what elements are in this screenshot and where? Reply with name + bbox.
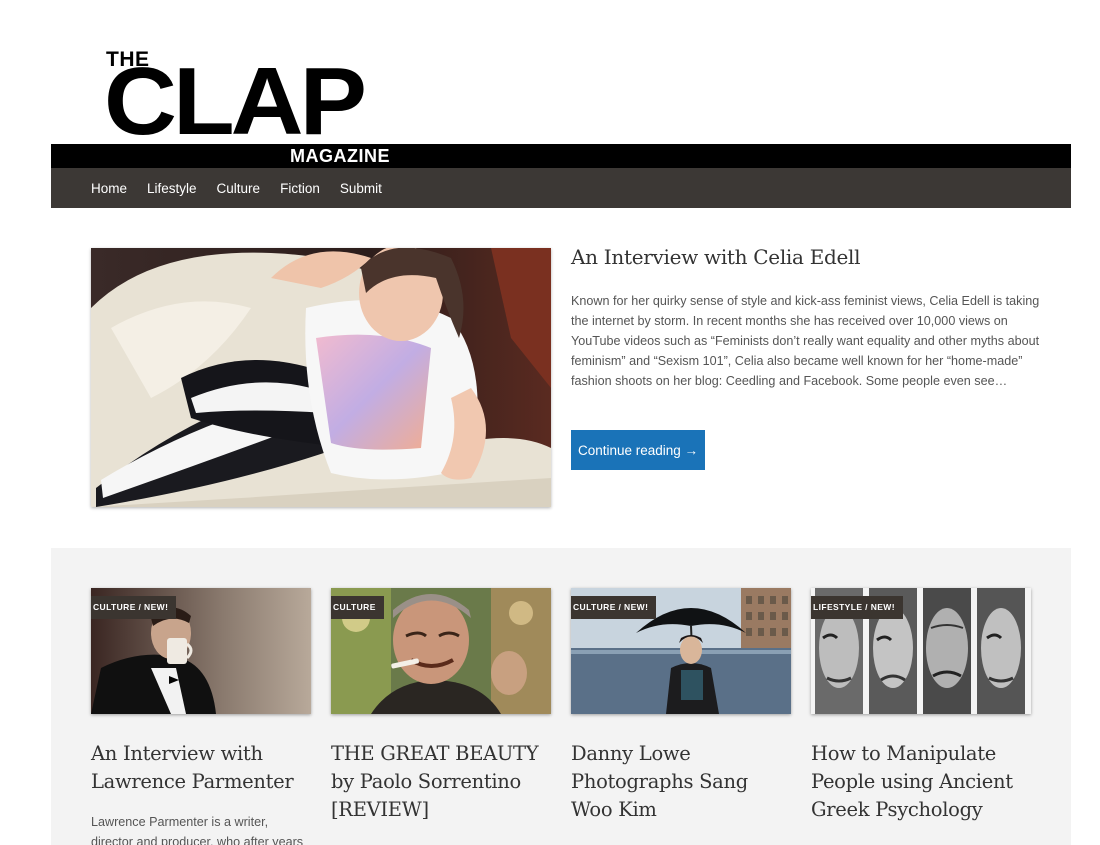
nav-item-fiction[interactable]: Fiction [280, 181, 320, 196]
category-badge[interactable]: LIFESTYLE / NEW! [811, 596, 903, 619]
card-image[interactable]: CULTURE / NEW! [91, 588, 311, 714]
article-card: CULTURE / NEW! An Interview with Lawrenc… [91, 588, 311, 845]
article-card: CULTURE THE GREAT BEAUTY by Paolo Sorren… [331, 588, 551, 824]
article-card: CULTURE / NEW! Danny Lowe Photographs Sa… [571, 588, 791, 824]
card-title[interactable]: An Interview with Lawrence Parmenter [91, 740, 311, 796]
featured-excerpt: Known for her quirky sense of style and … [571, 294, 1040, 388]
logo-clap-text: CLAP [104, 48, 367, 155]
card-title[interactable]: THE GREAT BEAUTY by Paolo Sorrentino [RE… [331, 740, 551, 824]
nav-item-home[interactable]: Home [91, 181, 127, 196]
nav-item-culture[interactable]: Culture [217, 181, 261, 196]
nav-item-lifestyle[interactable]: Lifestyle [147, 181, 197, 196]
nav-item-submit[interactable]: Submit [340, 181, 382, 196]
category-badge[interactable]: CULTURE / NEW! [91, 596, 177, 624]
card-image[interactable]: LIFESTYLE / NEW! [811, 588, 1031, 714]
article-card: LIFESTYLE / NEW! How to Manipulate Peopl… [811, 588, 1031, 824]
card-excerpt: Lawrence Parmenter is a writer, director… [91, 815, 304, 845]
category-badge[interactable]: CULTURE [331, 596, 384, 619]
card-image[interactable]: CULTURE / NEW! [571, 588, 791, 714]
category-badge[interactable]: CULTURE / NEW! [571, 596, 657, 624]
logo-magazine-text: MAGAZINE [290, 146, 390, 166]
header-band [51, 144, 1071, 168]
continue-reading-button[interactable]: Continue reading → [571, 430, 705, 470]
card-title[interactable]: Danny Lowe Photographs Sang Woo Kim [571, 740, 791, 824]
card-title[interactable]: How to Manipulate People using Ancient G… [811, 740, 1031, 824]
featured-title[interactable]: An Interview with Celia Edell [571, 245, 861, 269]
featured-image[interactable] [91, 248, 551, 507]
main-nav: Home Lifestyle Culture Fiction Submit [51, 168, 1071, 208]
card-image[interactable]: CULTURE [331, 588, 551, 714]
